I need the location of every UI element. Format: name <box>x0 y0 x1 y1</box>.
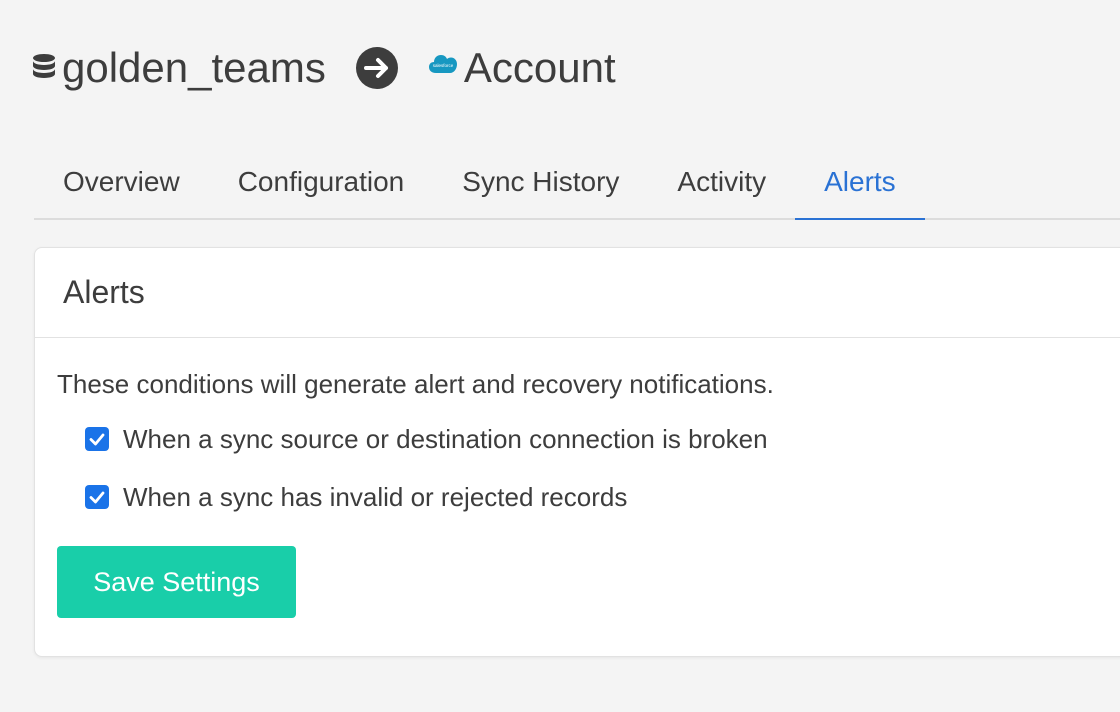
alerts-card: Alerts These conditions will generate al… <box>34 247 1120 657</box>
condition-invalid-records: When a sync has invalid or rejected reco… <box>85 478 1113 516</box>
connection-broken-checkbox[interactable] <box>85 427 109 451</box>
alerts-card-header: Alerts <box>35 248 1120 338</box>
tab-alerts[interactable]: Alerts <box>795 148 925 220</box>
breadcrumb: golden_teams salesforce Account <box>32 40 616 96</box>
alerts-card-title: Alerts <box>63 274 145 310</box>
salesforce-cloud-icon: salesforce <box>428 53 458 75</box>
tab-bar: Overview Configuration Sync History Acti… <box>34 148 1120 220</box>
invalid-records-label[interactable]: When a sync has invalid or rejected reco… <box>123 482 627 513</box>
arrow-right-circle-icon <box>355 47 398 89</box>
invalid-records-checkbox[interactable] <box>85 485 109 509</box>
source-name[interactable]: golden_teams <box>62 40 326 96</box>
database-icon <box>32 53 56 83</box>
alerts-description: These conditions will generate alert and… <box>57 369 774 399</box>
tab-overview[interactable]: Overview <box>34 148 209 218</box>
tab-sync-history[interactable]: Sync History <box>433 148 648 218</box>
checkmark-icon <box>89 491 105 504</box>
tab-activity[interactable]: Activity <box>648 148 795 218</box>
connection-broken-label[interactable]: When a sync source or destination connec… <box>123 424 768 455</box>
alerts-card-body: These conditions will generate alert and… <box>35 338 1120 648</box>
salesforce-logo-text: salesforce <box>433 63 454 68</box>
tab-configuration[interactable]: Configuration <box>209 148 434 218</box>
condition-connection-broken: When a sync source or destination connec… <box>85 420 1113 458</box>
destination-name[interactable]: Account <box>464 40 616 96</box>
page: golden_teams salesforce Account Overview… <box>0 0 1120 712</box>
save-settings-button[interactable]: Save Settings <box>57 546 296 618</box>
checkmark-icon <box>89 433 105 446</box>
